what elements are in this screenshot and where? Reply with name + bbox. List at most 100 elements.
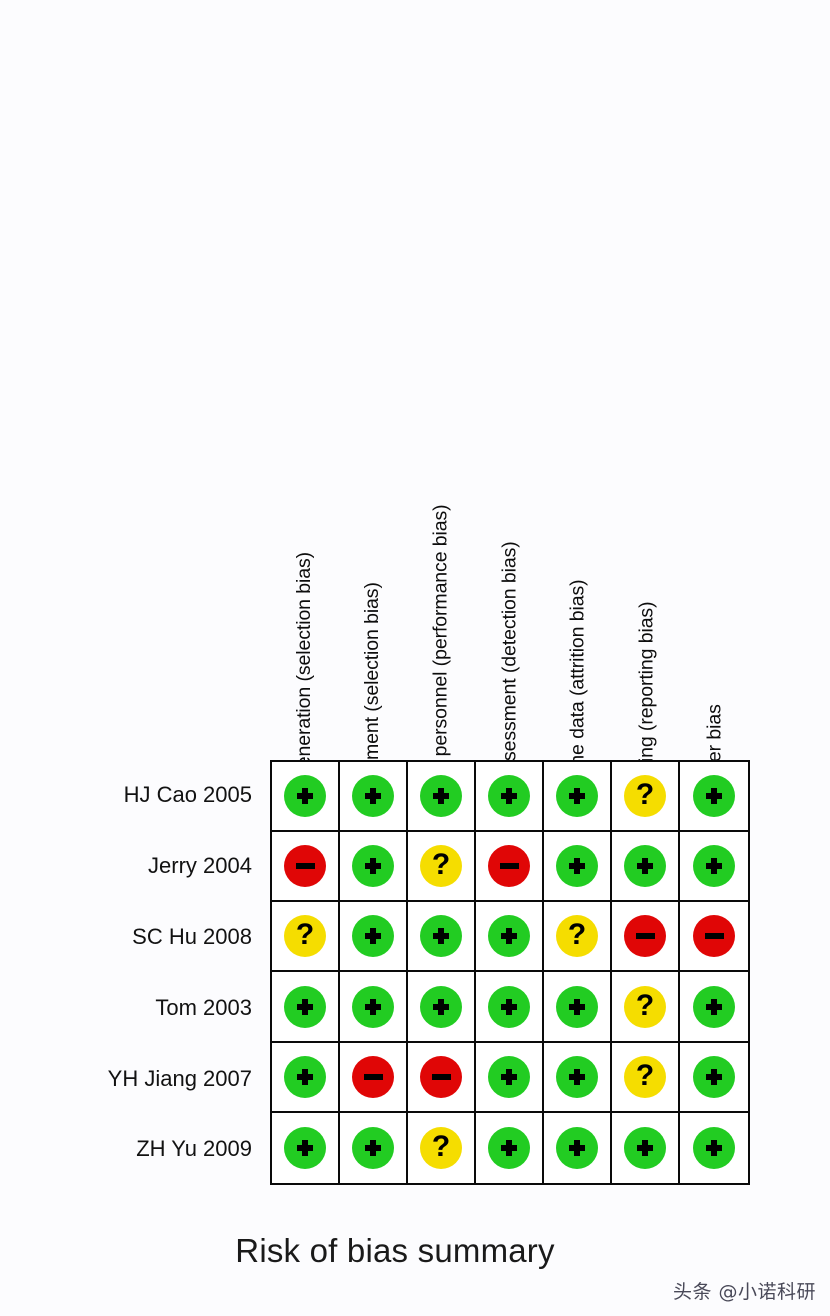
judgement-minus-icon bbox=[420, 1055, 462, 1098]
grid-cell bbox=[408, 902, 476, 973]
grid-cell bbox=[680, 972, 748, 1043]
judgement-unclear-icon: ? bbox=[420, 1126, 462, 1169]
grid-cell bbox=[408, 1042, 476, 1113]
judgement-plus-icon bbox=[624, 845, 666, 888]
judgement-plus-icon bbox=[284, 775, 326, 818]
judgement-plus-icon bbox=[693, 775, 735, 818]
column-header-1: Allocation concealment (selection bias) bbox=[339, 0, 408, 915]
grid-cell bbox=[680, 1112, 748, 1183]
judgement-minus-icon bbox=[693, 915, 735, 958]
judgement-unclear-icon: ? bbox=[624, 985, 666, 1028]
grid-cell bbox=[680, 762, 748, 833]
judgement-minus-icon bbox=[624, 915, 666, 958]
grid-cell bbox=[340, 902, 408, 973]
grid-cell bbox=[544, 1112, 612, 1183]
judgement-plus-icon bbox=[420, 985, 462, 1028]
judgement-plus-icon bbox=[488, 1126, 530, 1169]
column-header-2: Blinding of participants and personnel (… bbox=[407, 0, 476, 993]
grid-cell bbox=[680, 832, 748, 903]
row-label-5: ZH Yu 2009 bbox=[136, 1136, 252, 1162]
grid-cell: ? bbox=[272, 902, 340, 973]
row-label-0: HJ Cao 2005 bbox=[123, 782, 252, 808]
judgement-plus-icon bbox=[420, 915, 462, 958]
question-glyph: ? bbox=[295, 918, 315, 952]
judgement-plus-icon bbox=[488, 775, 530, 818]
question-glyph: ? bbox=[635, 1058, 655, 1092]
grid-cell bbox=[476, 762, 544, 833]
caption-text: Risk of bias summary bbox=[235, 1232, 555, 1269]
judgement-unclear-icon: ? bbox=[284, 915, 326, 958]
column-header-4: Incomplete outcome data (attrition bias) bbox=[544, 0, 613, 918]
question-glyph: ? bbox=[431, 848, 451, 882]
grid-cell bbox=[544, 832, 612, 903]
column-headers: Random sequence generation (selection bi… bbox=[270, 0, 750, 993]
judgement-unclear-icon: ? bbox=[624, 775, 666, 818]
grid-cell bbox=[680, 902, 748, 973]
grid-cell: ? bbox=[408, 832, 476, 903]
judgement-plus-icon bbox=[556, 845, 598, 888]
grid-cell bbox=[476, 902, 544, 973]
judgement-plus-icon bbox=[488, 915, 530, 958]
grid-cell bbox=[340, 832, 408, 903]
question-glyph: ? bbox=[635, 988, 655, 1022]
judgement-plus-icon bbox=[352, 775, 394, 818]
grid-cell bbox=[272, 1112, 340, 1183]
grid-cell bbox=[476, 1042, 544, 1113]
grid-cell bbox=[612, 902, 680, 973]
grid-cell bbox=[476, 1112, 544, 1183]
grid-cell: ? bbox=[612, 972, 680, 1043]
judgement-plus-icon bbox=[556, 1055, 598, 1098]
grid-cell bbox=[544, 762, 612, 833]
judgement-plus-icon bbox=[693, 1126, 735, 1169]
judgement-minus-icon bbox=[488, 845, 530, 888]
grid-cell bbox=[340, 762, 408, 833]
judgement-plus-icon bbox=[352, 985, 394, 1028]
judgement-plus-icon bbox=[284, 1055, 326, 1098]
grid-cell bbox=[680, 1042, 748, 1113]
grid-cell bbox=[272, 762, 340, 833]
row-label-3: Tom 2003 bbox=[155, 994, 252, 1020]
grid-cell bbox=[544, 972, 612, 1043]
figure-caption: Risk of bias summary bbox=[0, 1232, 830, 1270]
grid-cell: ? bbox=[408, 1112, 476, 1183]
grid-cell bbox=[408, 972, 476, 1043]
column-header-3: Blinding of outcome assessment (detectio… bbox=[476, 0, 545, 956]
grid-cell bbox=[272, 1042, 340, 1113]
judgement-minus-icon bbox=[284, 845, 326, 888]
grid-cell bbox=[340, 972, 408, 1043]
judgement-plus-icon bbox=[693, 985, 735, 1028]
row-labels: HJ Cao 2005 Jerry 2004 SC Hu 2008 Tom 2003 Y… bbox=[0, 760, 262, 1185]
judgement-plus-icon bbox=[352, 1126, 394, 1169]
grid-cell bbox=[340, 1112, 408, 1183]
grid-cell bbox=[544, 1042, 612, 1113]
question-glyph: ? bbox=[431, 1129, 451, 1163]
grid-cell bbox=[408, 762, 476, 833]
row-label-2: SC Hu 2008 bbox=[132, 923, 252, 949]
judgement-plus-icon bbox=[693, 845, 735, 888]
grid-cell bbox=[612, 832, 680, 903]
judgement-plus-icon bbox=[352, 845, 394, 888]
judgement-plus-icon bbox=[284, 985, 326, 1028]
row-label-1: Jerry 2004 bbox=[148, 853, 252, 879]
judgement-plus-icon bbox=[488, 1055, 530, 1098]
judgement-plus-icon bbox=[420, 775, 462, 818]
judgement-plus-icon bbox=[488, 985, 530, 1028]
grid-cell bbox=[476, 832, 544, 903]
question-glyph: ? bbox=[635, 778, 655, 812]
judgement-plus-icon bbox=[352, 915, 394, 958]
risk-of-bias-summary-figure: Random sequence generation (selection bi… bbox=[0, 0, 830, 1316]
judgement-plus-icon bbox=[624, 1126, 666, 1169]
grid-cell bbox=[612, 1112, 680, 1183]
grid-cell: ? bbox=[612, 762, 680, 833]
judgement-plus-icon bbox=[556, 1126, 598, 1169]
column-header-5: Selective reporting (reporting bias) bbox=[613, 0, 682, 895]
judgement-plus-icon bbox=[284, 1126, 326, 1169]
column-header-6: Other bias bbox=[681, 0, 750, 793]
judgement-unclear-icon: ? bbox=[624, 1055, 666, 1098]
grid-cell bbox=[272, 972, 340, 1043]
judgement-plus-icon bbox=[556, 985, 598, 1028]
column-header-0: Random sequence generation (selection bi… bbox=[270, 0, 339, 945]
grid-cell bbox=[272, 832, 340, 903]
judgement-unclear-icon: ? bbox=[420, 845, 462, 888]
grid-cell: ? bbox=[544, 902, 612, 973]
